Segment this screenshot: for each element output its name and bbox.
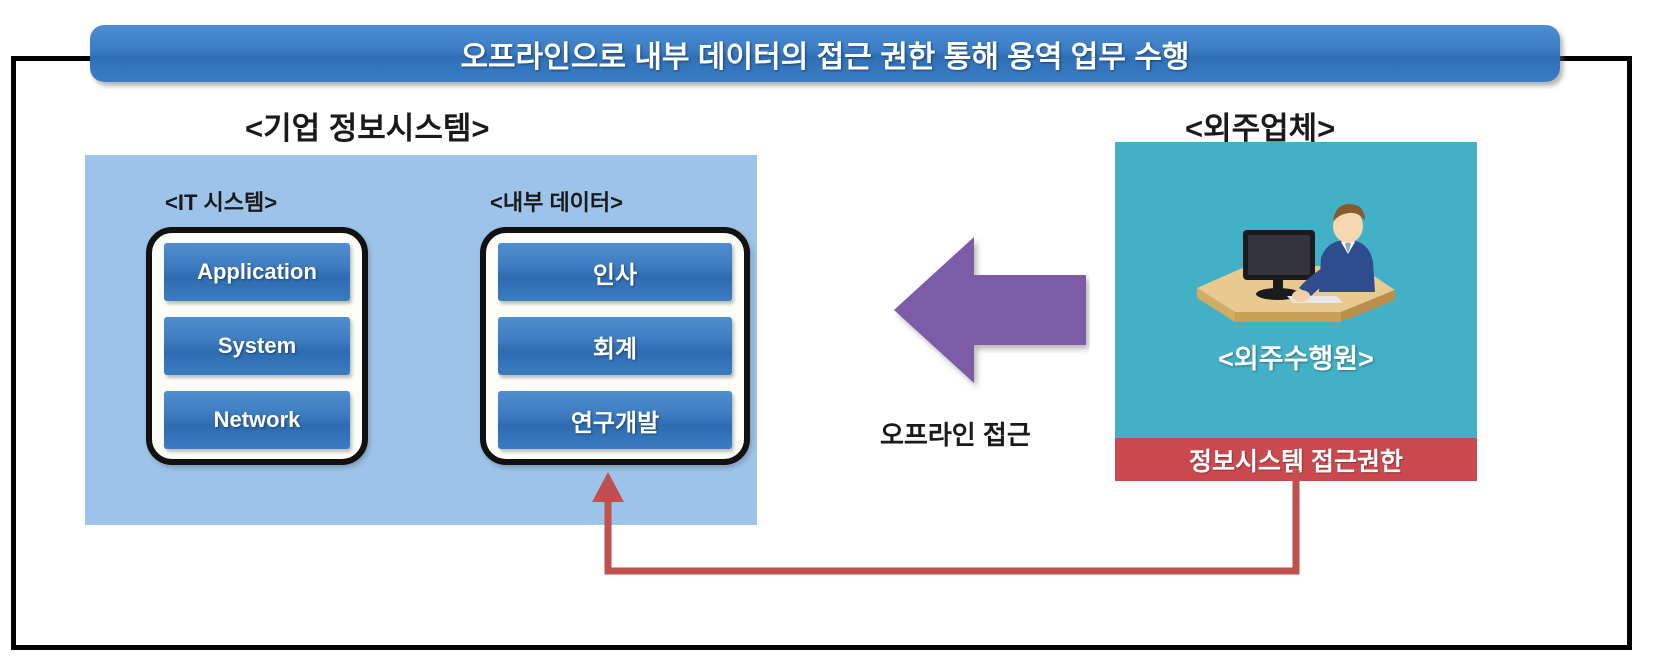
internal-data-item-accounting-label: 회계 <box>592 335 638 363</box>
internal-data-caption: <내부 데이터> <box>490 190 624 215</box>
title-banner-text: 오프라인으로 내부 데이터의 접근 권한 통해 용역 업무 수행 <box>460 40 1190 74</box>
it-system-item-application-label: Application <box>197 259 317 284</box>
offline-access-label: 오프라인 접근 <box>880 420 1031 450</box>
title-banner: 오프라인으로 내부 데이터의 접근 권한 통해 용역 업무 수행 <box>90 25 1560 82</box>
it-system-item-network[interactable]: Network <box>164 391 350 449</box>
left-arrow-icon <box>890 225 1090 395</box>
vendor-worker-label: <외주수행원> <box>1218 344 1374 374</box>
internal-data-item-rnd[interactable]: 연구개발 <box>498 391 732 449</box>
it-system-item-network-label: Network <box>213 407 301 432</box>
internal-data-item-hr-label: 인사 <box>592 261 638 289</box>
vendor-company-panel: <외주수행원> <box>1115 142 1477 438</box>
it-system-group-box: Application System Network <box>146 227 368 465</box>
enterprise-panel-caption: <기업 정보시스템> <box>245 111 490 146</box>
internal-data-item-accounting[interactable]: 회계 <box>498 317 732 375</box>
it-system-item-system[interactable]: System <box>164 317 350 375</box>
it-system-item-system-label: System <box>217 333 297 358</box>
diagram-canvas: <기업 정보시스템> <IT 시스템> <내부 데이터> Application… <box>0 0 1654 666</box>
it-system-caption: <IT 시스템> <box>165 190 278 215</box>
up-arrow-connector-icon <box>580 470 1370 585</box>
internal-data-group-box: 인사 회계 연구개발 <box>480 227 750 465</box>
vendor-panel-caption: <외주업체> <box>1185 111 1336 146</box>
person-at-desk-icon <box>1191 200 1401 335</box>
internal-data-item-rnd-label: 연구개발 <box>570 409 660 437</box>
internal-data-item-hr[interactable]: 인사 <box>498 243 732 301</box>
it-system-item-application[interactable]: Application <box>164 243 350 301</box>
